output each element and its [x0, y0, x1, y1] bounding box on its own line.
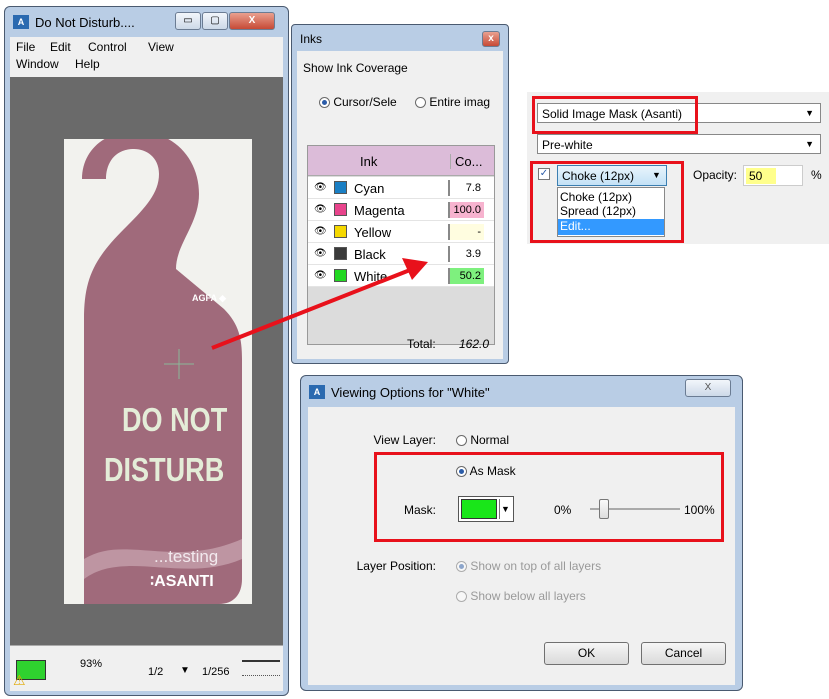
- arrow-head: [402, 258, 428, 280]
- annotation-arrow: [211, 258, 428, 350]
- arrow-line: [211, 268, 411, 350]
